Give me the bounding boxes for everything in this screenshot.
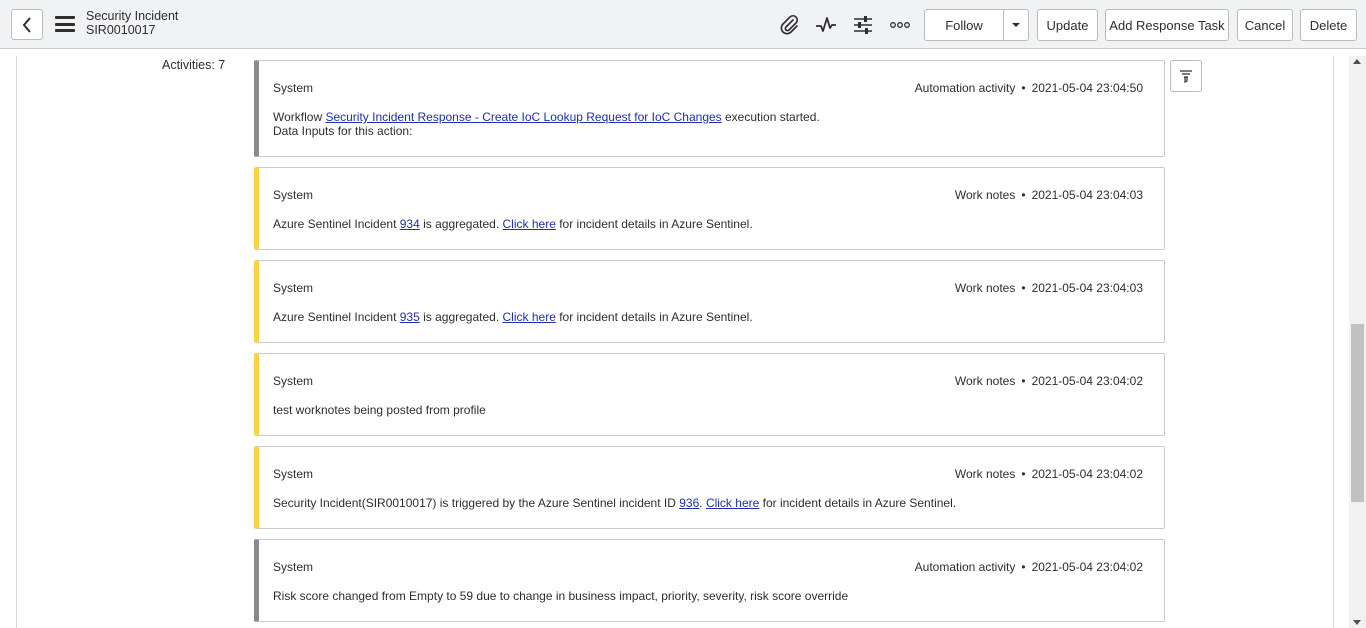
activity-text: for incident details in Azure Sentinel. xyxy=(555,217,753,231)
follow-button-group: Follow xyxy=(924,9,1029,41)
delete-button[interactable]: Delete xyxy=(1300,9,1357,41)
activity-timestamp: 2021-05-04 23:04:03 xyxy=(1031,188,1143,202)
activity-entry: System Work notes • 2021-05-04 23:04:02 te… xyxy=(254,353,1165,436)
activity-entry: System Work notes • 2021-05-04 23:04:03 Az… xyxy=(254,167,1165,250)
menu-icon[interactable] xyxy=(55,16,75,32)
separator-dot: • xyxy=(1021,281,1026,295)
activity-meta: Work notes • 2021-05-04 23:04:03 xyxy=(955,281,1143,295)
activity-meta: Work notes • 2021-05-04 23:04:03 xyxy=(955,188,1143,202)
click-here-link[interactable]: Click here xyxy=(503,217,556,231)
activity-type: Work notes xyxy=(954,188,1016,202)
activity-icon[interactable] xyxy=(814,13,838,37)
activity-entry: System Automation activity • 2021-05-04 23… xyxy=(254,539,1165,622)
record-header: Security Incident SIR0010017 Follow Upda… xyxy=(0,0,1366,49)
cancel-button[interactable]: Cancel xyxy=(1237,9,1293,41)
activity-timestamp: 2021-05-04 23:04:50 xyxy=(1031,81,1143,95)
activity-text-line2: Data Inputs for this action: xyxy=(273,124,413,138)
activity-entry: System Automation activity • 2021-05-04 23… xyxy=(254,60,1165,157)
separator-dot: • xyxy=(1021,560,1026,574)
attachment-icon[interactable] xyxy=(777,13,801,37)
activity-author: System xyxy=(273,81,314,95)
activity-timestamp: 2021-05-04 23:04:02 xyxy=(1031,560,1143,574)
chevron-left-icon xyxy=(22,16,31,33)
incident-link[interactable]: 936 xyxy=(679,496,699,510)
activity-text: is aggregated. xyxy=(419,310,503,324)
more-options-icon[interactable] xyxy=(888,13,912,37)
record-number: SIR0010017 xyxy=(86,23,156,37)
activity-text: Workflow xyxy=(273,110,326,124)
activity-type: Work notes xyxy=(954,467,1016,481)
activity-text: Azure Sentinel Incident xyxy=(273,310,400,324)
caret-down-icon xyxy=(1012,23,1020,27)
activity-text: execution started. xyxy=(721,110,820,124)
activity-type: Work notes xyxy=(954,374,1016,388)
separator-dot: • xyxy=(1021,81,1026,95)
record-title-block: Security Incident SIR0010017 xyxy=(86,9,178,37)
follow-button[interactable]: Follow xyxy=(925,10,1004,40)
activity-timestamp: 2021-05-04 23:04:02 xyxy=(1031,374,1143,388)
activity-meta: Automation activity • 2021-05-04 23:04:50 xyxy=(915,81,1143,95)
separator-dot: • xyxy=(1021,467,1026,481)
vertical-scrollbar[interactable] xyxy=(1349,56,1366,628)
activity-body: Azure Sentinel Incident 934 is aggregate… xyxy=(273,217,753,231)
click-here-link[interactable]: Click here xyxy=(706,496,759,510)
back-button[interactable] xyxy=(11,9,43,40)
filter-icon xyxy=(1180,70,1192,83)
activity-type: Automation activity xyxy=(914,81,1016,95)
activity-meta: Automation activity • 2021-05-04 23:04:02 xyxy=(915,560,1143,574)
incident-link[interactable]: 934 xyxy=(400,217,420,231)
activity-meta: Work notes • 2021-05-04 23:04:02 xyxy=(955,467,1143,481)
scroll-down-arrow-icon[interactable] xyxy=(1353,620,1361,625)
activity-author: System xyxy=(273,467,314,481)
click-here-link[interactable]: Click here xyxy=(503,310,556,324)
workflow-link[interactable]: Security Incident Response - Create IoC … xyxy=(325,110,721,124)
activity-text: for incident details in Azure Sentinel. xyxy=(759,496,957,510)
incident-link[interactable]: 935 xyxy=(400,310,420,324)
activity-timestamp: 2021-05-04 23:04:03 xyxy=(1031,281,1143,295)
activity-type: Work notes xyxy=(954,281,1016,295)
activity-body: Azure Sentinel Incident 935 is aggregate… xyxy=(273,310,753,324)
activity-entry: System Work notes • 2021-05-04 23:04:03 Az… xyxy=(254,260,1165,343)
activity-body: test worknotes being posted from profile xyxy=(273,403,486,417)
follow-dropdown-button[interactable] xyxy=(1004,10,1028,40)
activity-body: Risk score changed from Empty to 59 due … xyxy=(273,589,849,603)
activity-body: Workflow Security Incident Response - Cr… xyxy=(273,110,820,138)
activity-text: Azure Sentinel Incident xyxy=(273,217,400,231)
activity-entry: System Work notes • 2021-05-04 23:04:02 Se… xyxy=(254,446,1165,529)
update-button[interactable]: Update xyxy=(1037,9,1098,41)
activity-author: System xyxy=(273,281,314,295)
separator-dot: • xyxy=(1021,188,1026,202)
settings-sliders-icon[interactable] xyxy=(851,13,875,37)
scroll-up-arrow-icon[interactable] xyxy=(1353,59,1361,64)
activity-text: . xyxy=(699,496,706,510)
activity-text: for incident details in Azure Sentinel. xyxy=(555,310,753,324)
activity-author: System xyxy=(273,374,314,388)
activity-meta: Work notes • 2021-05-04 23:04:02 xyxy=(955,374,1143,388)
activity-text: is aggregated. xyxy=(419,217,503,231)
activity-filter-button[interactable] xyxy=(1170,60,1202,92)
activity-author: System xyxy=(273,188,314,202)
scrollbar-thumb[interactable] xyxy=(1351,324,1364,502)
add-response-task-button[interactable]: Add Response Task xyxy=(1105,9,1229,41)
activity-body: Security Incident(SIR0010017) is trigger… xyxy=(273,496,956,510)
activities-count-label: Activities: 7 xyxy=(162,58,226,72)
page-title: Security Incident xyxy=(86,9,179,23)
activity-type: Automation activity xyxy=(914,560,1016,574)
activity-timestamp: 2021-05-04 23:04:02 xyxy=(1031,467,1143,481)
activity-author: System xyxy=(273,560,314,574)
activity-text: Security Incident(SIR0010017) is trigger… xyxy=(273,496,680,510)
separator-dot: • xyxy=(1021,374,1026,388)
